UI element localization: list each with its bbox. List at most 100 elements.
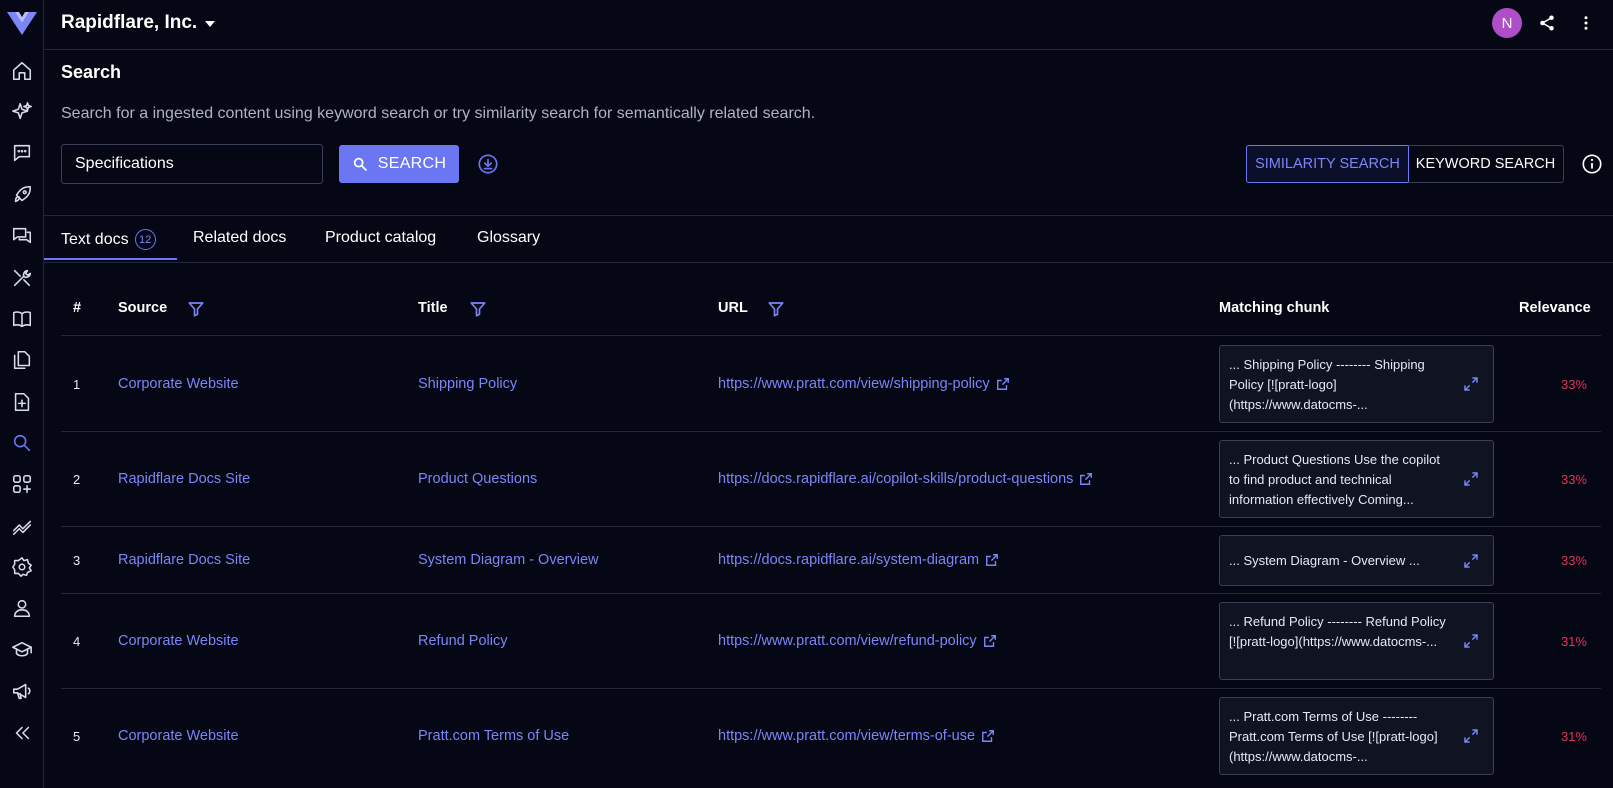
- matching-chunk: ... Refund Policy -------- Refund Policy…: [1219, 602, 1494, 680]
- row-divider: [61, 431, 1601, 432]
- sparkles-icon[interactable]: [7, 97, 37, 127]
- tools-icon[interactable]: [7, 263, 37, 293]
- filter-icon[interactable]: [187, 300, 205, 318]
- url-link[interactable]: https://docs.rapidflare.ai/copilot-skill…: [718, 471, 1093, 487]
- files-icon[interactable]: [7, 345, 37, 375]
- title-link[interactable]: Pratt.com Terms of Use: [418, 728, 569, 744]
- url-link[interactable]: https://www.pratt.com/view/shipping-poli…: [718, 376, 1010, 392]
- share-icon[interactable]: [1536, 12, 1558, 34]
- title-link[interactable]: Refund Policy: [418, 633, 507, 649]
- chunk-text: ... Shipping Policy -------- Shipping Po…: [1229, 357, 1425, 412]
- matching-chunk: ... Product Questions Use the copilot to…: [1219, 440, 1494, 518]
- more-vert-icon[interactable]: [1575, 12, 1597, 34]
- url-text: https://www.pratt.com/view/refund-policy: [718, 633, 977, 649]
- page-title: Search: [61, 62, 122, 82]
- search-button[interactable]: SEARCH: [339, 145, 459, 183]
- url-text: https://docs.rapidflare.ai/copilot-skill…: [718, 471, 1074, 487]
- row-divider: [61, 688, 1601, 689]
- external-link-icon: [986, 554, 999, 566]
- row-number: 3: [73, 553, 81, 568]
- org-name: Rapidflare, Inc.: [61, 12, 198, 33]
- title-link[interactable]: Shipping Policy: [418, 376, 517, 392]
- source-link[interactable]: Corporate Website: [118, 728, 239, 744]
- url-link[interactable]: https://www.pratt.com/view/terms-of-use: [718, 728, 995, 744]
- expand-icon[interactable]: [1463, 376, 1479, 392]
- expand-icon[interactable]: [1463, 633, 1479, 649]
- external-link-icon: [996, 378, 1009, 390]
- filter-icon[interactable]: [767, 300, 785, 318]
- column-header-title[interactable]: Title: [418, 300, 448, 316]
- collapse-icon[interactable]: [7, 718, 37, 748]
- tab-label: Product catalog: [325, 229, 437, 246]
- search-icon[interactable]: [7, 428, 37, 458]
- settings-icon[interactable]: [7, 552, 37, 582]
- column-header-chunk: Matching chunk: [1219, 300, 1330, 316]
- rocket-icon[interactable]: [7, 180, 37, 210]
- relevance-score: 31%: [1560, 729, 1587, 744]
- chat-icon[interactable]: [7, 138, 37, 168]
- caret-down-icon: [205, 21, 216, 27]
- source-link[interactable]: Corporate Website: [118, 376, 239, 392]
- org-switcher[interactable]: Rapidflare, Inc.: [61, 12, 216, 34]
- url-text: https://www.pratt.com/view/shipping-poli…: [718, 376, 990, 392]
- rapidflare-logo[interactable]: [5, 8, 39, 38]
- tab-glossary[interactable]: Glossary: [477, 229, 540, 247]
- title-link[interactable]: Product Questions: [418, 471, 537, 487]
- info-icon[interactable]: [1580, 152, 1604, 176]
- book-icon[interactable]: [7, 304, 37, 334]
- url-link[interactable]: https://docs.rapidflare.ai/system-diagra…: [718, 552, 999, 568]
- url-text: https://docs.rapidflare.ai/system-diagra…: [718, 552, 980, 568]
- file-add-icon[interactable]: [7, 387, 37, 417]
- expand-icon[interactable]: [1463, 728, 1479, 744]
- url-link[interactable]: https://www.pratt.com/view/refund-policy: [718, 633, 997, 649]
- tab-related-docs[interactable]: Related docs: [193, 229, 286, 247]
- similarity-search-toggle[interactable]: SIMILARITY SEARCH: [1246, 145, 1409, 183]
- source-link[interactable]: Corporate Website: [118, 633, 239, 649]
- chunk-text: ... System Diagram - Overview ...: [1229, 553, 1420, 568]
- top-bar: Rapidflare, Inc. N: [44, 0, 1613, 50]
- relevance-score: 31%: [1560, 634, 1587, 649]
- row-number: 2: [73, 472, 81, 487]
- source-link[interactable]: Rapidflare Docs Site: [118, 552, 250, 568]
- graduation-cap-icon[interactable]: [7, 635, 37, 665]
- apps-add-icon[interactable]: [7, 469, 37, 499]
- megaphone-icon[interactable]: [7, 676, 37, 706]
- relevance-score: 33%: [1560, 472, 1587, 487]
- avatar[interactable]: N: [1492, 8, 1522, 38]
- matching-chunk: ... Pratt.com Terms of Use -------- Prat…: [1219, 697, 1494, 775]
- expand-icon[interactable]: [1463, 553, 1479, 569]
- chats-icon[interactable]: [7, 221, 37, 251]
- row-number: 1: [73, 377, 81, 392]
- sidebar: [0, 0, 44, 788]
- column-header-url[interactable]: URL: [718, 300, 748, 316]
- chunk-text: ... Refund Policy -------- Refund Policy…: [1229, 614, 1446, 649]
- keyword-search-toggle[interactable]: KEYWORD SEARCH: [1408, 145, 1564, 183]
- analytics-icon[interactable]: [7, 511, 37, 541]
- chunk-text: ... Pratt.com Terms of Use -------- Prat…: [1229, 709, 1438, 764]
- column-header-relevance[interactable]: Relevance: [1519, 300, 1591, 316]
- row-divider: [61, 593, 1601, 594]
- user-icon[interactable]: [7, 593, 37, 623]
- url-text: https://www.pratt.com/view/terms-of-use: [718, 728, 976, 744]
- external-link-icon: [983, 635, 996, 647]
- filter-icon[interactable]: [469, 300, 487, 318]
- relevance-score: 33%: [1560, 377, 1587, 392]
- title-link[interactable]: System Diagram - Overview: [418, 552, 598, 568]
- count-badge: 12: [134, 229, 156, 250]
- search-input[interactable]: [61, 144, 323, 184]
- matching-chunk: ... System Diagram - Overview ...: [1219, 535, 1494, 586]
- active-tab-indicator: [44, 258, 177, 260]
- tabs-divider: [44, 262, 1613, 263]
- row-divider: [61, 526, 1601, 527]
- expand-icon[interactable]: [1463, 471, 1479, 487]
- relevance-score: 33%: [1560, 553, 1587, 568]
- app-root: Rapidflare, Inc. N Search Search for a i…: [0, 0, 1613, 788]
- tab-text-docs[interactable]: Text docs 12: [61, 229, 156, 250]
- chunk-text: ... Product Questions Use the copilot to…: [1229, 452, 1440, 507]
- download-icon[interactable]: [475, 151, 501, 177]
- column-header-source[interactable]: Source: [118, 300, 167, 316]
- tab-label: Glossary: [477, 229, 541, 246]
- home-icon[interactable]: [7, 56, 37, 86]
- tab-product-catalog[interactable]: Product catalog: [325, 229, 436, 247]
- source-link[interactable]: Rapidflare Docs Site: [118, 471, 250, 487]
